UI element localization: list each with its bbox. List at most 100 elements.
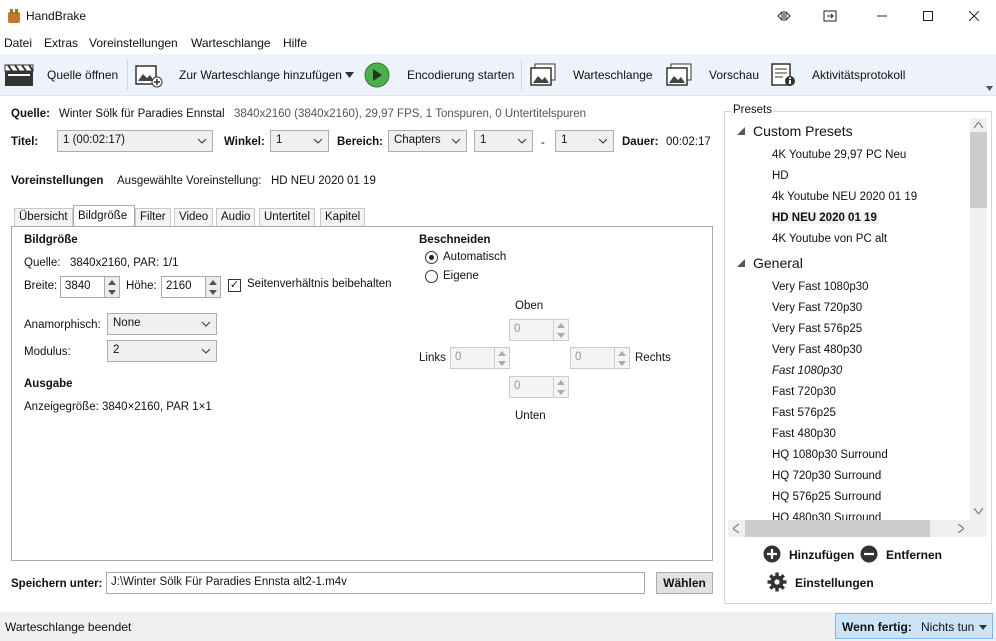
- window-title: HandBrake: [26, 9, 87, 23]
- menu-extras[interactable]: Extras: [44, 36, 78, 50]
- chevron-down-icon: [202, 348, 210, 354]
- tab-video[interactable]: Video: [174, 208, 214, 226]
- modulus-select[interactable]: 2: [107, 340, 217, 362]
- browse-button[interactable]: Wählen: [656, 572, 713, 594]
- width-stepper[interactable]: [104, 276, 120, 298]
- toolbar-overflow-icon[interactable]: [986, 86, 993, 91]
- range-type-select[interactable]: Chapters: [388, 130, 467, 152]
- preset-item[interactable]: Very Fast 1080p30: [772, 281, 869, 293]
- menu-voreinstellungen[interactable]: Voreinstellungen: [89, 36, 178, 50]
- preset-item[interactable]: Fast 720p30: [772, 386, 836, 398]
- duration-value: 00:02:17: [666, 136, 711, 148]
- crop-top-stepper[interactable]: [553, 319, 569, 341]
- crop-left-input[interactable]: 0: [450, 347, 495, 369]
- preset-item[interactable]: 4K Youtube von PC alt: [772, 233, 887, 245]
- preset-item[interactable]: Fast 576p25: [772, 407, 836, 419]
- angle-select-value: 1: [276, 134, 283, 146]
- scroll-up-icon[interactable]: [974, 122, 983, 128]
- crop-left-stepper[interactable]: [494, 347, 510, 369]
- menu-datei[interactable]: Datei: [4, 36, 32, 50]
- range-end-select[interactable]: 1: [555, 130, 614, 152]
- presets-horizontal-scrollbar[interactable]: [728, 520, 970, 537]
- preset-category-custom[interactable]: Custom Presets: [753, 123, 853, 139]
- crop-custom-label: Eigene: [443, 270, 479, 282]
- range-type-value: Chapters: [394, 134, 441, 146]
- preset-item[interactable]: Very Fast 720p30: [772, 302, 862, 314]
- anamorphic-select[interactable]: None: [107, 313, 217, 335]
- chevron-down-icon: [452, 138, 460, 144]
- title-bar: HandBrake: [0, 0, 996, 32]
- dock-icon[interactable]: [761, 0, 807, 32]
- preset-item[interactable]: HD: [772, 170, 789, 182]
- title-select[interactable]: 1 (00:02:17): [57, 130, 213, 152]
- collapse-arrow-icon[interactable]: [737, 259, 745, 267]
- selected-preset-value: HD NEU 2020 01 19: [271, 175, 376, 187]
- maximize-button[interactable]: [905, 0, 951, 32]
- crop-top-input[interactable]: 0: [509, 319, 554, 341]
- source-info: 3840x2160 (3840x2160), 29,97 FPS, 1 Tons…: [234, 108, 587, 120]
- clapperboard-icon: [4, 64, 34, 86]
- preset-category-general[interactable]: General: [753, 255, 803, 271]
- collapse-arrow-icon[interactable]: [737, 127, 745, 135]
- chevron-down-icon: [518, 138, 526, 144]
- scrollbar-thumb[interactable]: [745, 520, 930, 537]
- preset-item[interactable]: HQ 576p25 Surround: [772, 491, 881, 503]
- scroll-left-icon[interactable]: [733, 524, 739, 533]
- keep-aspect-checkbox[interactable]: ✓: [228, 279, 241, 292]
- menu-hilfe[interactable]: Hilfe: [283, 36, 307, 50]
- menu-warteschlange[interactable]: Warteschlange: [191, 36, 271, 50]
- menu-bar: Datei Extras Voreinstellungen Warteschla…: [0, 32, 996, 54]
- tab-bildgroesse[interactable]: Bildgröße: [73, 205, 135, 227]
- preset-item[interactable]: Fast 480p30: [772, 428, 836, 440]
- tab-audio[interactable]: Audio: [216, 208, 256, 226]
- preset-item[interactable]: HQ 720p30 Surround: [772, 470, 881, 482]
- remove-preset-label: Entfernen: [886, 548, 943, 562]
- tab-filter[interactable]: Filter: [135, 208, 171, 226]
- crop-right-stepper[interactable]: [614, 347, 630, 369]
- gear-icon: [767, 572, 787, 592]
- scrollbar-corner: [970, 520, 987, 537]
- preset-item[interactable]: HQ 480p30 Surround: [772, 512, 881, 520]
- angle-label: Winkel:: [224, 136, 265, 148]
- when-done-select[interactable]: Wenn fertig: Nichts tun: [835, 613, 993, 639]
- scroll-down-icon[interactable]: [974, 508, 983, 514]
- minimize-button[interactable]: [859, 0, 905, 32]
- crop-auto-radio[interactable]: [425, 251, 438, 264]
- toolbar-separator: [127, 60, 128, 90]
- play-icon: [364, 62, 390, 88]
- width-input[interactable]: 3840: [60, 276, 105, 298]
- height-stepper[interactable]: [205, 276, 221, 298]
- handbrake-logo-icon: [8, 9, 20, 23]
- preset-item[interactable]: HQ 1080p30 Surround: [772, 449, 888, 461]
- preset-item[interactable]: 4K Youtube 29,97 PC Neu: [772, 149, 906, 161]
- height-input[interactable]: 2160: [161, 276, 206, 298]
- status-text: Warteschlange beendet: [5, 620, 132, 634]
- crop-bottom-label: Unten: [515, 410, 546, 422]
- scrollbar-thumb[interactable]: [970, 132, 987, 208]
- scroll-right-icon[interactable]: [958, 524, 964, 533]
- crop-custom-radio[interactable]: [425, 270, 438, 283]
- tab-uebersicht[interactable]: Übersicht: [14, 208, 73, 226]
- crop-bottom-stepper[interactable]: [553, 376, 569, 398]
- tab-kapitel[interactable]: Kapitel: [320, 208, 366, 226]
- presets-vertical-scrollbar[interactable]: [970, 118, 987, 520]
- crop-bottom-input[interactable]: 0: [509, 376, 554, 398]
- preset-item[interactable]: Very Fast 480p30: [772, 344, 862, 356]
- preset-item[interactable]: Very Fast 576p25: [772, 323, 862, 335]
- angle-select[interactable]: 1: [270, 130, 329, 152]
- preset-item[interactable]: 4k Youtube NEU 2020 01 19: [772, 191, 917, 203]
- modulus-label: Modulus:: [24, 346, 71, 358]
- tab-untertitel[interactable]: Untertitel: [259, 208, 316, 226]
- plus-circle-icon: [763, 545, 781, 563]
- minimize-to-tray-icon[interactable]: [807, 0, 853, 32]
- keep-aspect-label: Seitenverhältnis beibehalten: [247, 278, 392, 290]
- save-label: Speichern unter:: [11, 578, 103, 590]
- preset-item-selected[interactable]: HD NEU 2020 01 19: [770, 212, 879, 224]
- range-start-select[interactable]: 1: [474, 130, 533, 152]
- save-path-input[interactable]: J:\Winter Sölk Für Paradies Ennsta alt2-…: [106, 572, 645, 594]
- preset-item-default[interactable]: Fast 1080p30: [772, 365, 842, 377]
- crop-right-input[interactable]: 0: [570, 347, 615, 369]
- presets-tree: Custom Presets 4K Youtube 29,97 PC Neu H…: [728, 118, 970, 520]
- picture-size-heading: Bildgröße: [24, 234, 78, 246]
- close-button[interactable]: [951, 0, 996, 32]
